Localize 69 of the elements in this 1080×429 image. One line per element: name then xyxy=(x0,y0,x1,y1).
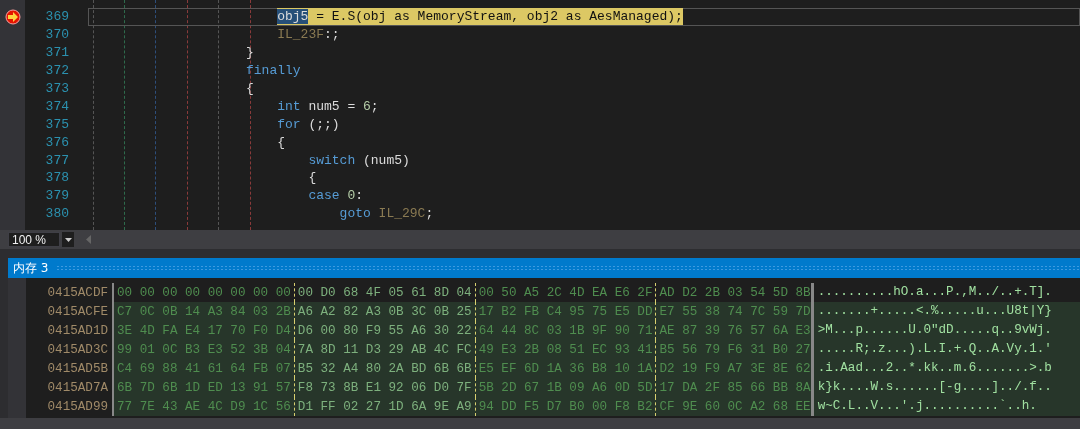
code-line: { xyxy=(277,133,285,151)
ascii-text: .......+.....<.%.....u...U8t|Y} xyxy=(810,302,1080,321)
hex-byte-group: 7A 8D 11 D3 29 AB 4C FC xyxy=(297,342,472,357)
hex-byte-group: C7 0C 0B 14 A3 84 03 2B xyxy=(117,304,291,319)
hex-byte-group: 17 B2 FB C4 95 75 E5 DD xyxy=(478,304,653,319)
code-line: int num5 = 6; xyxy=(277,97,379,115)
ascii-text: k}k....W.s......[-g....]../.f.. xyxy=(810,378,1080,397)
memory-address: 0415ACFE xyxy=(46,304,109,319)
hex-byte-group: 17 DA 2F 85 66 BB 8A xyxy=(659,380,811,395)
line-number: 374 xyxy=(44,98,69,114)
line-number: 371 xyxy=(44,45,69,61)
ascii-text: >M...p......U.0"dD.....q..9vWj. xyxy=(810,321,1080,340)
hex-byte-group: F8 73 8B E1 92 06 D0 7F xyxy=(297,380,472,395)
hex-byte-group: B5 56 79 F6 31 B0 27 xyxy=(659,342,811,357)
ascii-text: .....R;.z...).L.I.+.Q..A.Vy.1.' xyxy=(810,340,1080,359)
panel-title: 内存 3 xyxy=(13,259,49,277)
hex-byte-group: C4 69 88 41 61 64 FB 07 xyxy=(117,361,291,376)
hex-byte-group: 77 7E 43 AE 4C D9 1C 56 xyxy=(117,399,291,414)
hex-byte-group: 49 E3 2B 08 51 EC 93 41 xyxy=(478,342,653,357)
memory-address: 0415ACDF xyxy=(46,285,109,300)
hex-byte-group: 3E 4D FA E4 17 70 F0 D4 xyxy=(117,323,291,338)
memory-address: 0415AD7A xyxy=(46,380,109,395)
code-line: IL_23F:; xyxy=(277,26,340,44)
line-number: 370 xyxy=(44,27,69,43)
code-line: for (;;) xyxy=(277,115,340,133)
line-number: 379 xyxy=(44,188,69,204)
code-line: finally xyxy=(246,62,301,80)
code-line: } xyxy=(246,44,254,62)
dropdown-button[interactable] xyxy=(62,232,74,247)
line-number: 369 xyxy=(44,9,69,25)
hex-byte-group: 94 DD F5 D7 B0 00 F8 B2 xyxy=(478,399,653,414)
line-number: 376 xyxy=(44,134,69,150)
line-number: 380 xyxy=(44,206,69,222)
memory-address: 0415AD1D xyxy=(46,323,109,338)
code-line: switch (num5) xyxy=(308,151,410,169)
hex-byte-group: CF 9E 60 0C A2 68 EE xyxy=(659,399,811,414)
ascii-text: w~C.L..V...'.j..........`..h. xyxy=(810,397,1080,416)
memory-address: 0415AD3C xyxy=(46,342,109,357)
line-number: 377 xyxy=(44,152,69,168)
hex-byte-group: D6 00 80 F9 55 A6 30 22 xyxy=(297,323,472,338)
hex-byte-group: 99 01 0C B3 E3 52 3B 04 xyxy=(117,342,291,357)
hex-byte-group: 00 50 A5 2C 4D EA E6 2F xyxy=(478,285,653,300)
hex-byte-group: AE 87 39 76 57 6A E3 xyxy=(659,323,811,338)
line-number: 375 xyxy=(44,116,69,132)
hex-byte-group: 6B 7D 6B 1D ED 13 91 57 xyxy=(117,380,291,395)
hex-byte-group: 5B 2D 67 1B 09 A6 0D 5D xyxy=(478,380,653,395)
memory-address: 0415AD5B xyxy=(46,361,109,376)
code-line: { xyxy=(308,169,317,187)
line-number: 373 xyxy=(44,81,69,96)
hex-byte-group: A6 A2 82 A3 0B 3C 0B 25 xyxy=(297,304,472,319)
memory-address: 0415AD99 xyxy=(46,399,109,414)
hex-byte-group: E7 55 38 74 7C 59 7D xyxy=(659,304,811,319)
line-number: 378 xyxy=(44,170,69,186)
ascii-text: .i.Aad...2..*.kk..m.6.......>.b xyxy=(810,359,1080,378)
hex-byte-group: D1 FF 02 27 1D 6A 9E A9 xyxy=(297,399,472,414)
hex-byte-group: AD D2 2B 03 54 5D 8B xyxy=(659,285,811,300)
hex-byte-group: 64 44 8C 03 1B 9F 90 71 xyxy=(478,323,653,338)
breakpoint-arrow-icon xyxy=(4,8,21,25)
hex-byte-group: E5 EF 6D 1A 36 B8 10 1A xyxy=(478,361,653,376)
code-line: goto IL_29C; xyxy=(339,205,434,223)
code-line: case 0: xyxy=(308,187,364,205)
hex-byte-group: B5 32 A4 80 2A BD 6B 6B xyxy=(297,361,472,376)
caret-icon xyxy=(64,237,72,242)
hex-byte-group: D2 19 F9 A7 3E 8E 62 xyxy=(659,361,811,376)
line-number: 372 xyxy=(44,63,69,79)
hex-byte-group: 00 00 00 00 00 00 00 00 xyxy=(117,285,291,300)
code-line: { xyxy=(246,80,254,97)
zoom-combo-box[interactable]: 100 % xyxy=(8,232,60,247)
hex-byte-group: 00 D0 68 4F 05 61 8D 04 xyxy=(297,285,472,300)
